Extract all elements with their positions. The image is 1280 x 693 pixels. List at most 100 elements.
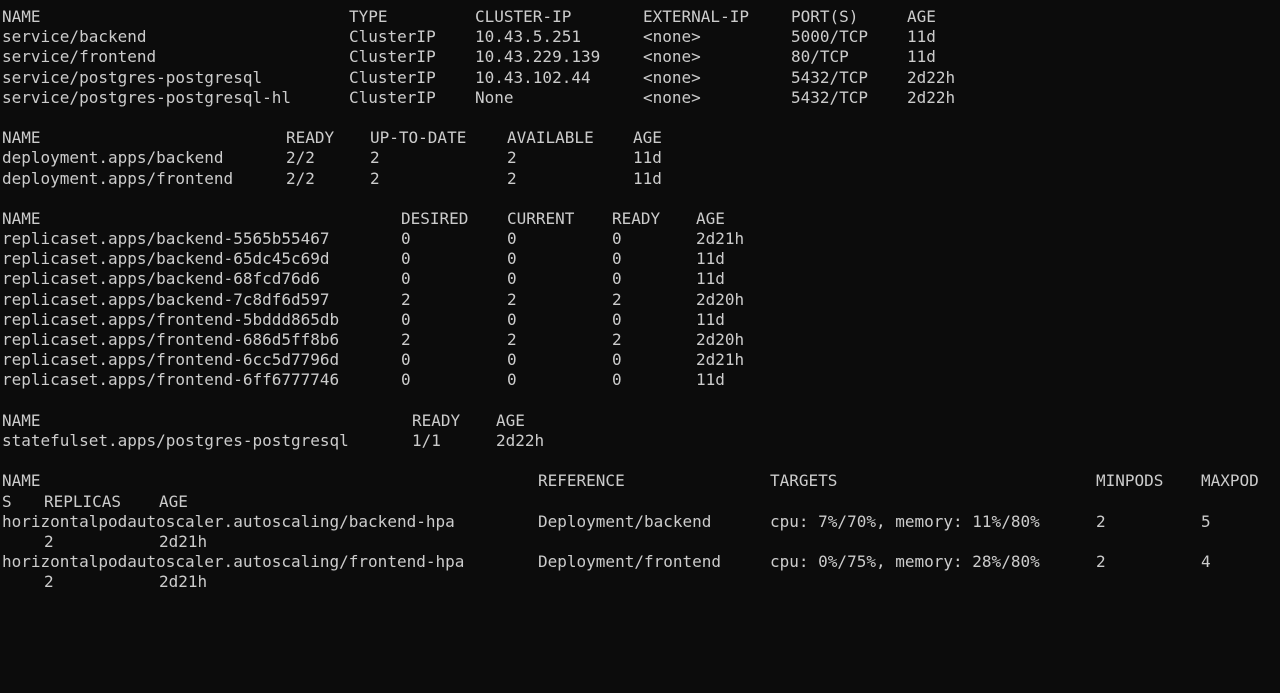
deployment-age: 11d — [633, 168, 662, 188]
hpa-row-wrap: 2 2d21h — [0, 532, 1280, 552]
deployment-name: deployment.apps/backend — [2, 148, 224, 168]
replicaset-current: 0 — [507, 370, 517, 390]
replicaset-age: 2d21h — [696, 350, 745, 370]
deployment-available: 2 — [507, 168, 517, 188]
service-age: 11d — [907, 47, 936, 67]
replicaset-desired: 0 — [401, 249, 411, 269]
service-name: service/frontend — [2, 47, 157, 67]
hpa-header-wrap-row: S REPLICAS AGE — [0, 492, 1280, 512]
replicaset-ready: 0 — [612, 229, 622, 249]
hpa-age: 2d21h — [159, 572, 208, 592]
deployment-available: 2 — [507, 148, 517, 168]
services-header-external-ip: EXTERNAL-IP — [643, 7, 749, 26]
hpa-header-row: NAME REFERENCE TARGETS MINPODS MAXPOD — [0, 471, 1280, 491]
hpa-header-name: NAME — [2, 471, 41, 491]
service-ports: 5000/TCP — [791, 27, 869, 47]
statefulsets-header-row: NAME READY AGE — [0, 411, 1280, 431]
hpa-header-targets: TARGETS — [770, 471, 838, 491]
replicasets-row: replicaset.apps/frontend-6cc5d7796d 0 0 … — [0, 350, 1280, 370]
hpa-maxpods: 5 — [1201, 511, 1211, 531]
service-type: ClusterIP — [349, 87, 436, 107]
terminal-window[interactable]: NAME TYPE CLUSTER-IP EXTERNAL-IP PORT(S)… — [0, 0, 1280, 593]
replicaset-desired: 2 — [401, 330, 411, 349]
hpa-maxpods: 4 — [1201, 552, 1211, 572]
deployment-up-to-date: 2 — [370, 168, 380, 188]
replicaset-desired: 0 — [401, 370, 411, 390]
replicaset-current: 0 — [507, 249, 517, 269]
replicaset-ready: 0 — [612, 309, 622, 329]
service-type: ClusterIP — [349, 67, 436, 87]
replicaset-current: 0 — [507, 309, 517, 329]
replicaset-name: replicaset.apps/frontend-686d5ff8b6 — [2, 330, 340, 349]
deployments-header-age: AGE — [633, 128, 662, 148]
replicaset-age: 2d20h — [696, 289, 745, 309]
replicaset-name: replicaset.apps/backend-68fcd76d6 — [2, 269, 320, 289]
deployments-header-name: NAME — [2, 128, 41, 148]
services-header-age: AGE — [907, 7, 936, 26]
services-row: service/postgres-postgresql-hl ClusterIP… — [0, 88, 1280, 108]
hpa-row: horizontalpodautoscaler.autoscaling/back… — [0, 512, 1280, 532]
replicaset-ready: 0 — [612, 269, 622, 289]
hpa-minpods: 2 — [1096, 511, 1106, 531]
hpa-minpods: 2 — [1096, 552, 1106, 572]
service-cluster-ip: None — [475, 87, 514, 107]
replicasets-row: replicaset.apps/backend-65dc45c69d 0 0 0… — [0, 249, 1280, 269]
statefulsets-header-age: AGE — [496, 410, 525, 430]
deployments-header-ready: READY — [286, 128, 335, 148]
deployments-row: deployment.apps/frontend 2/2 2 2 11d — [0, 169, 1280, 189]
replicaset-desired: 0 — [401, 229, 411, 249]
replicaset-desired: 0 — [401, 350, 411, 370]
deployment-ready: 2/2 — [286, 148, 315, 168]
service-age: 2d22h — [907, 67, 956, 87]
hpa-replicas: 2 — [44, 531, 54, 551]
hpa-name: horizontalpodautoscaler.autoscaling/back… — [2, 511, 455, 531]
services-header-row: NAME TYPE CLUSTER-IP EXTERNAL-IP PORT(S)… — [0, 7, 1280, 27]
replicaset-age: 11d — [696, 370, 725, 390]
replicaset-name: replicaset.apps/frontend-6ff6777746 — [2, 370, 340, 390]
replicasets-row: replicaset.apps/backend-68fcd76d6 0 0 0 … — [0, 269, 1280, 289]
replicaset-age: 11d — [696, 269, 725, 289]
services-row: service/postgres-postgresql ClusterIP 10… — [0, 68, 1280, 88]
service-name: service/postgres-postgresql — [2, 67, 263, 87]
statefulsets-row: statefulset.apps/postgres-postgresql 1/1… — [0, 431, 1280, 451]
hpa-row: horizontalpodautoscaler.autoscaling/fron… — [0, 552, 1280, 572]
service-cluster-ip: 10.43.102.44 — [475, 67, 591, 87]
replicaset-name: replicaset.apps/backend-65dc45c69d — [2, 249, 330, 269]
replicaset-current: 0 — [507, 229, 517, 249]
hpa-header-age: AGE — [159, 491, 188, 511]
replicaset-age: 2d20h — [696, 330, 745, 349]
replicasets-header-row: NAME DESIRED CURRENT READY AGE — [0, 209, 1280, 229]
replicasets-header-current: CURRENT — [507, 208, 575, 228]
service-ports: 5432/TCP — [791, 87, 869, 107]
service-external-ip: <none> — [643, 67, 701, 87]
service-ports: 80/TCP — [791, 47, 849, 67]
hpa-header-minpods: MINPODS — [1096, 471, 1164, 491]
replicaset-current: 0 — [507, 269, 517, 289]
service-age: 11d — [907, 27, 936, 47]
replicasets-row: replicaset.apps/frontend-6ff6777746 0 0 … — [0, 370, 1280, 390]
hpa-header-maxpods-wrap: S — [2, 491, 12, 511]
hpa-reference: Deployment/frontend — [538, 552, 722, 572]
replicaset-ready: 0 — [612, 350, 622, 370]
service-external-ip: <none> — [643, 87, 701, 107]
hpa-header-maxpods: MAXPOD — [1201, 471, 1259, 491]
replicaset-desired: 0 — [401, 309, 411, 329]
replicaset-age: 2d21h — [696, 229, 745, 249]
hpa-header-reference: REFERENCE — [538, 471, 625, 491]
replicaset-name: replicaset.apps/frontend-5bddd865db — [2, 309, 340, 329]
statefulset-name: statefulset.apps/postgres-postgresql — [2, 430, 349, 450]
replicaset-current: 0 — [507, 350, 517, 370]
replicasets-header-desired: DESIRED — [401, 208, 469, 228]
replicasets-header-name: NAME — [2, 208, 41, 228]
service-cluster-ip: 10.43.5.251 — [475, 27, 581, 47]
replicaset-name: replicaset.apps/backend-5565b55467 — [2, 229, 330, 249]
replicasets-header-ready: READY — [612, 208, 661, 228]
services-row: service/backend ClusterIP 10.43.5.251 <n… — [0, 27, 1280, 47]
service-ports: 5432/TCP — [791, 67, 869, 87]
hpa-targets: cpu: 7%/70%, memory: 11%/80% — [770, 511, 1040, 531]
replicaset-name: replicaset.apps/backend-7c8df6d597 — [2, 289, 330, 309]
replicaset-age: 11d — [696, 309, 725, 329]
